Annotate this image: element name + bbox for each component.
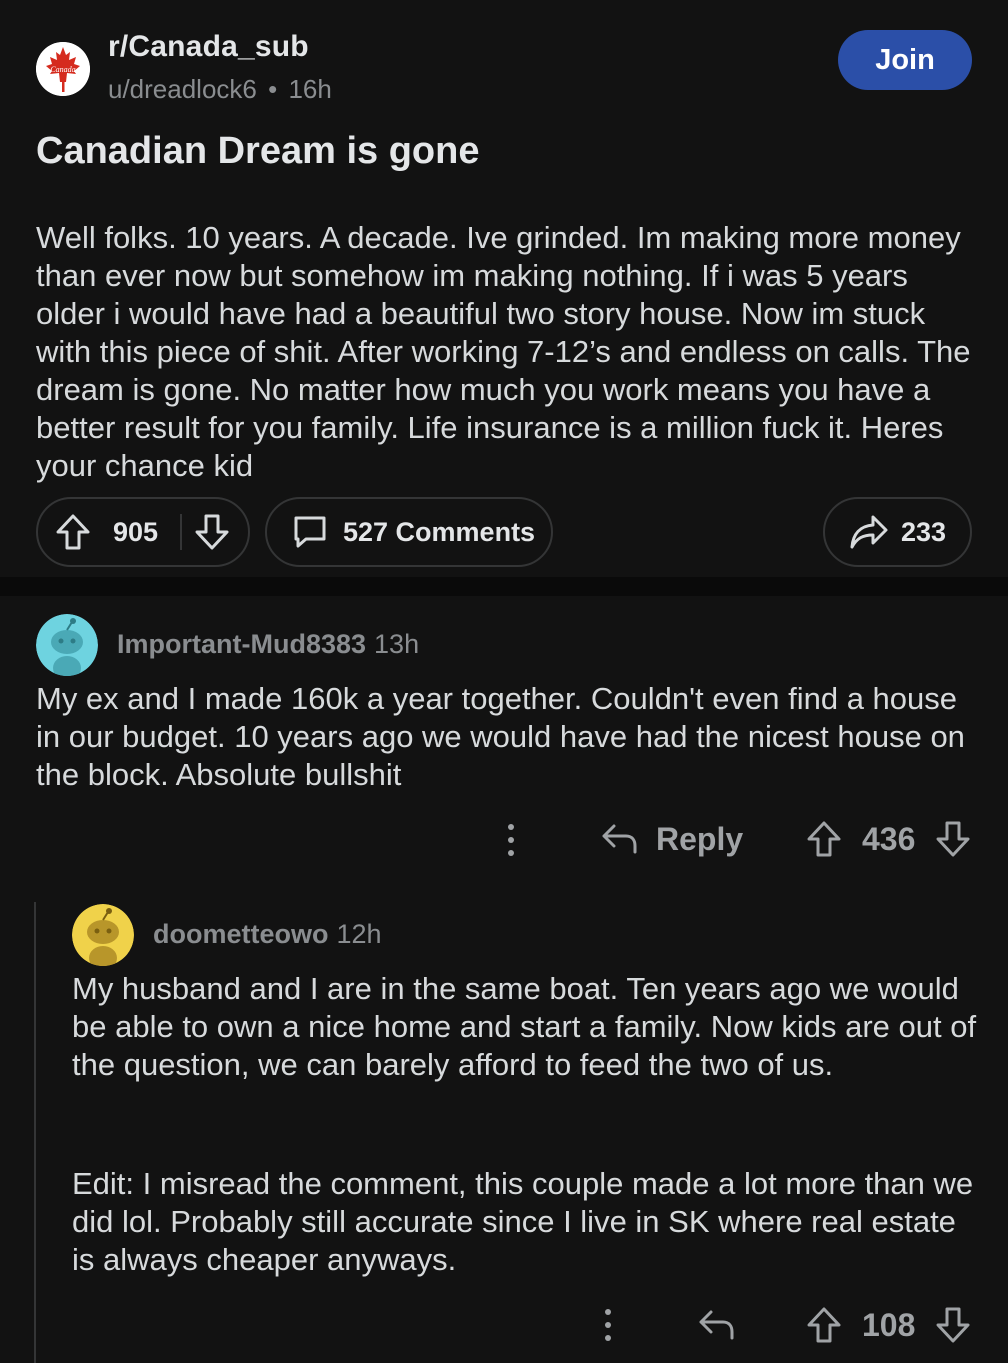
post-card: Canada r/Canada_sub u/dreadlock6 • 16h J… (0, 0, 1008, 577)
reply-button[interactable] (697, 1306, 735, 1344)
share-count: 233 (901, 516, 947, 547)
join-button[interactable]: Join (838, 30, 972, 90)
reply-header: doometteowo 12h (153, 919, 382, 950)
reply-icon (697, 1306, 735, 1344)
subreddit-avatar-text: Canada (50, 65, 75, 74)
comment-body: My ex and I made 160k a year together. C… (36, 681, 965, 792)
vote-divider (180, 514, 183, 550)
upvote-icon[interactable] (806, 1306, 842, 1344)
reply-edit-note: Edit: I misread the comment, this couple… (72, 1166, 974, 1277)
reply-author[interactable]: doometteowo (153, 919, 329, 949)
reply-score: 108 (862, 1306, 916, 1343)
comment-time: 13h (374, 629, 420, 659)
downvote-icon[interactable] (935, 820, 971, 858)
more-options-icon[interactable] (500, 822, 522, 858)
comment-header: Important-Mud8383 13h (117, 629, 419, 660)
share-icon (849, 514, 889, 550)
upvote-icon[interactable] (55, 513, 91, 551)
thread-line[interactable] (34, 902, 36, 1363)
comment-author[interactable]: Important-Mud8383 (117, 629, 366, 659)
meta-separator: • (268, 74, 278, 104)
reply-body: My husband and I are in the same boat. T… (72, 971, 977, 1082)
comments-button[interactable]: 527 Comments (265, 497, 553, 567)
subreddit-avatar[interactable]: Canada (36, 42, 90, 96)
post-author[interactable]: u/dreadlock6 (108, 74, 257, 104)
reply-button[interactable]: Reply (600, 820, 743, 858)
vote-control: 905 (36, 497, 250, 567)
reply-avatar[interactable] (72, 904, 134, 966)
comments-count: 527 Comments (343, 516, 536, 547)
section-divider (0, 577, 1008, 596)
post-score: 905 (113, 516, 159, 547)
upvote-icon[interactable] (806, 820, 842, 858)
comment-vote-control: 436 (806, 820, 971, 858)
comment-score: 436 (862, 820, 916, 857)
subreddit-name[interactable]: r/Canada_sub (108, 30, 309, 64)
snoo-avatar-icon (36, 614, 98, 676)
post-time: 16h (288, 74, 332, 104)
snoo-avatar-icon (72, 904, 134, 966)
downvote-icon[interactable] (935, 1306, 971, 1344)
reply-label: Reply (656, 820, 744, 857)
reply-icon (600, 820, 638, 858)
reply-time: 12h (336, 919, 382, 949)
more-options-icon[interactable] (597, 1307, 619, 1343)
comment-avatar[interactable] (36, 614, 98, 676)
post-title: Canadian Dream is gone (36, 130, 480, 172)
share-button[interactable]: 233 (823, 497, 972, 567)
maple-leaf-icon: Canada (36, 42, 90, 96)
post-body: Well folks. 10 years. A decade. Ive grin… (36, 220, 971, 483)
comment-icon (292, 514, 328, 550)
post-meta: u/dreadlock6 • 16h (108, 74, 332, 105)
downvote-icon[interactable] (194, 513, 230, 551)
reply-vote-control: 108 (806, 1306, 971, 1344)
